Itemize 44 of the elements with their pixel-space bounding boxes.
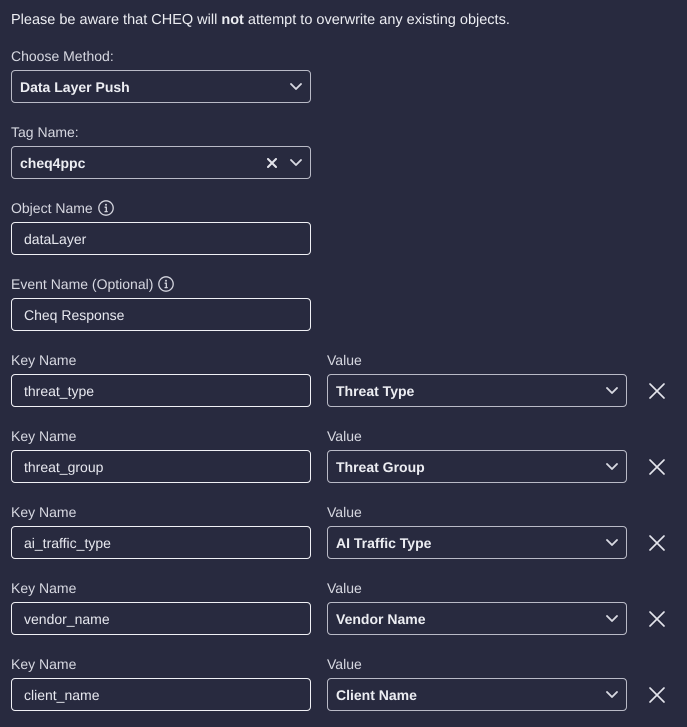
value-dropdown[interactable]: AI Traffic Type (327, 526, 627, 559)
chevron-down-icon (290, 83, 302, 90)
key-name-field[interactable]: ai_traffic_type (11, 526, 311, 559)
chevron-down-icon (606, 387, 618, 394)
field-label: Choose Method: (11, 47, 114, 65)
field-label: Value (327, 655, 362, 673)
dropdown[interactable]: Data Layer Push (11, 70, 311, 103)
key-name-field[interactable]: threat_type (11, 374, 311, 407)
value-dropdown[interactable]: Client Name (327, 678, 627, 711)
close-icon (649, 382, 665, 398)
close-icon (649, 610, 665, 626)
field-label: Event Name (Optional) (11, 275, 154, 293)
close-icon (649, 534, 665, 550)
key-name-field[interactable]: client_name (11, 678, 311, 711)
close-icon (649, 686, 665, 702)
field-label: Value (327, 579, 362, 597)
chevron-down-icon (606, 691, 618, 698)
text-field[interactable]: dataLayer (11, 222, 311, 255)
field-label: Value (327, 427, 362, 445)
field-label: Object Name (11, 199, 93, 217)
value-dropdown[interactable]: Threat Group (327, 450, 627, 483)
clear-icon[interactable] (267, 158, 277, 168)
field-label: Key Name (11, 503, 76, 521)
chevron-down-icon (606, 539, 618, 546)
dropdown[interactable]: cheq4ppc (11, 146, 311, 179)
key-name-field[interactable]: vendor_name (11, 602, 311, 635)
field-label: Value (327, 503, 362, 521)
value-dropdown[interactable]: Vendor Name (327, 602, 627, 635)
chevron-down-icon (606, 463, 618, 470)
chevron-down-icon (290, 159, 302, 166)
field-label: Key Name (11, 579, 76, 597)
close-icon (649, 458, 665, 474)
info-icon[interactable] (158, 276, 174, 292)
key-name-field[interactable]: threat_group (11, 450, 311, 483)
info-icon[interactable] (98, 200, 114, 216)
field-label: Value (327, 351, 362, 369)
chevron-down-icon (606, 615, 618, 622)
field-label: Key Name (11, 427, 76, 445)
notice-text: Please be aware that CHEQ will not attempt to overwrite any existing objects. (11, 11, 511, 30)
field-label: Tag Name: (11, 123, 79, 141)
text-field[interactable]: Cheq Response (11, 298, 311, 331)
field-label: Key Name (11, 655, 76, 673)
value-dropdown[interactable]: Threat Type (327, 374, 627, 407)
field-label: Key Name (11, 351, 76, 369)
